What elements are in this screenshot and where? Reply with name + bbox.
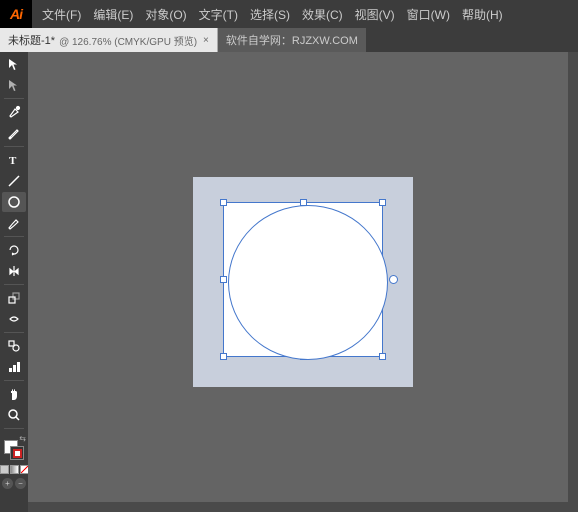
handle-bottom-left[interactable] [220, 353, 227, 360]
menu-help[interactable]: 帮助(H) [456, 0, 509, 28]
tab-bar: 未标题-1* @ 126.76% (CMYK/GPU 预览) × 软件自学网：R… [0, 28, 578, 52]
shape-builder-tool[interactable] [2, 336, 26, 356]
tab-active[interactable]: 未标题-1* @ 126.76% (CMYK/GPU 预览) × [0, 28, 218, 52]
pencil-tool[interactable] [2, 123, 26, 143]
tool-separator-7 [4, 428, 24, 429]
tool-separator-4 [4, 284, 24, 285]
menu-text[interactable]: 文字(T) [193, 0, 244, 28]
menu-file[interactable]: 文件(F) [36, 0, 87, 28]
color-mode-button[interactable] [0, 465, 9, 474]
tool-separator-2 [4, 146, 24, 147]
handle-top-left[interactable] [220, 199, 227, 206]
color-mode-row [0, 465, 28, 474]
horizontal-scrollbar[interactable] [28, 502, 568, 512]
zoom-out-button[interactable]: − [15, 478, 26, 489]
line-tool[interactable] [2, 171, 26, 191]
anchor-circle[interactable] [389, 275, 398, 284]
menu-edit[interactable]: 编辑(E) [87, 0, 139, 28]
zoom-row: + − [2, 478, 26, 489]
stroke-color-box[interactable] [10, 446, 24, 460]
tool-separator-5 [4, 332, 24, 333]
tab-close-button[interactable]: × [203, 35, 209, 46]
swap-colors-button[interactable]: ⇆ [19, 434, 26, 443]
menu-view[interactable]: 视图(V) [349, 0, 401, 28]
menu-effect[interactable]: 效果(C) [296, 0, 349, 28]
warp-tool[interactable] [2, 309, 26, 329]
tab-active-label: 未标题-1* [8, 32, 55, 48]
tab-inactive[interactable]: 软件自学网：RJZXW.COM [218, 28, 366, 52]
app-logo: Ai [0, 0, 32, 28]
hand-tool[interactable] [2, 384, 26, 404]
fill-stroke-section: ⇆ [2, 434, 26, 462]
handle-bottom-right[interactable] [379, 353, 386, 360]
ellipse-tool[interactable] [2, 192, 26, 212]
direct-selection-tool[interactable] [2, 75, 26, 95]
svg-text:T: T [9, 155, 17, 167]
tool-separator-1 [4, 98, 24, 99]
shape-ellipse[interactable] [228, 205, 388, 360]
title-bar: Ai 文件(F) 编辑(E) 对象(O) 文字(T) 选择(S) 效果(C) 视… [0, 0, 578, 28]
zoom-tool[interactable] [2, 405, 26, 425]
scale-tool[interactable] [2, 288, 26, 308]
menu-window[interactable]: 窗口(W) [401, 0, 456, 28]
main-area: T [0, 52, 578, 512]
menu-object[interactable]: 对象(O) [139, 0, 192, 28]
rotate-tool[interactable] [2, 240, 26, 260]
graph-tool[interactable] [2, 357, 26, 377]
handle-left-mid[interactable] [220, 276, 227, 283]
handle-top-right[interactable] [379, 199, 386, 206]
pen-tool[interactable] [2, 102, 26, 122]
paintbrush-tool[interactable] [2, 213, 26, 233]
zoom-in-button[interactable]: + [2, 478, 13, 489]
gradient-mode-button[interactable] [10, 465, 19, 474]
tool-separator-3 [4, 236, 24, 237]
selection-tool[interactable] [2, 54, 26, 74]
vertical-scrollbar[interactable] [568, 52, 578, 512]
reflect-tool[interactable] [2, 261, 26, 281]
canvas-area[interactable] [28, 52, 578, 512]
none-mode-button[interactable] [20, 465, 29, 474]
menu-select[interactable]: 选择(S) [244, 0, 296, 28]
tab-inactive-label: 软件自学网：RJZXW.COM [226, 32, 358, 48]
toolbar: T [0, 52, 28, 512]
menu-bar: 文件(F) 编辑(E) 对象(O) 文字(T) 选择(S) 效果(C) 视图(V… [32, 0, 578, 28]
type-tool[interactable]: T [2, 150, 26, 170]
artboard [193, 177, 413, 387]
tool-separator-6 [4, 380, 24, 381]
tab-active-info: @ 126.76% (CMYK/GPU 预览) [59, 33, 197, 48]
